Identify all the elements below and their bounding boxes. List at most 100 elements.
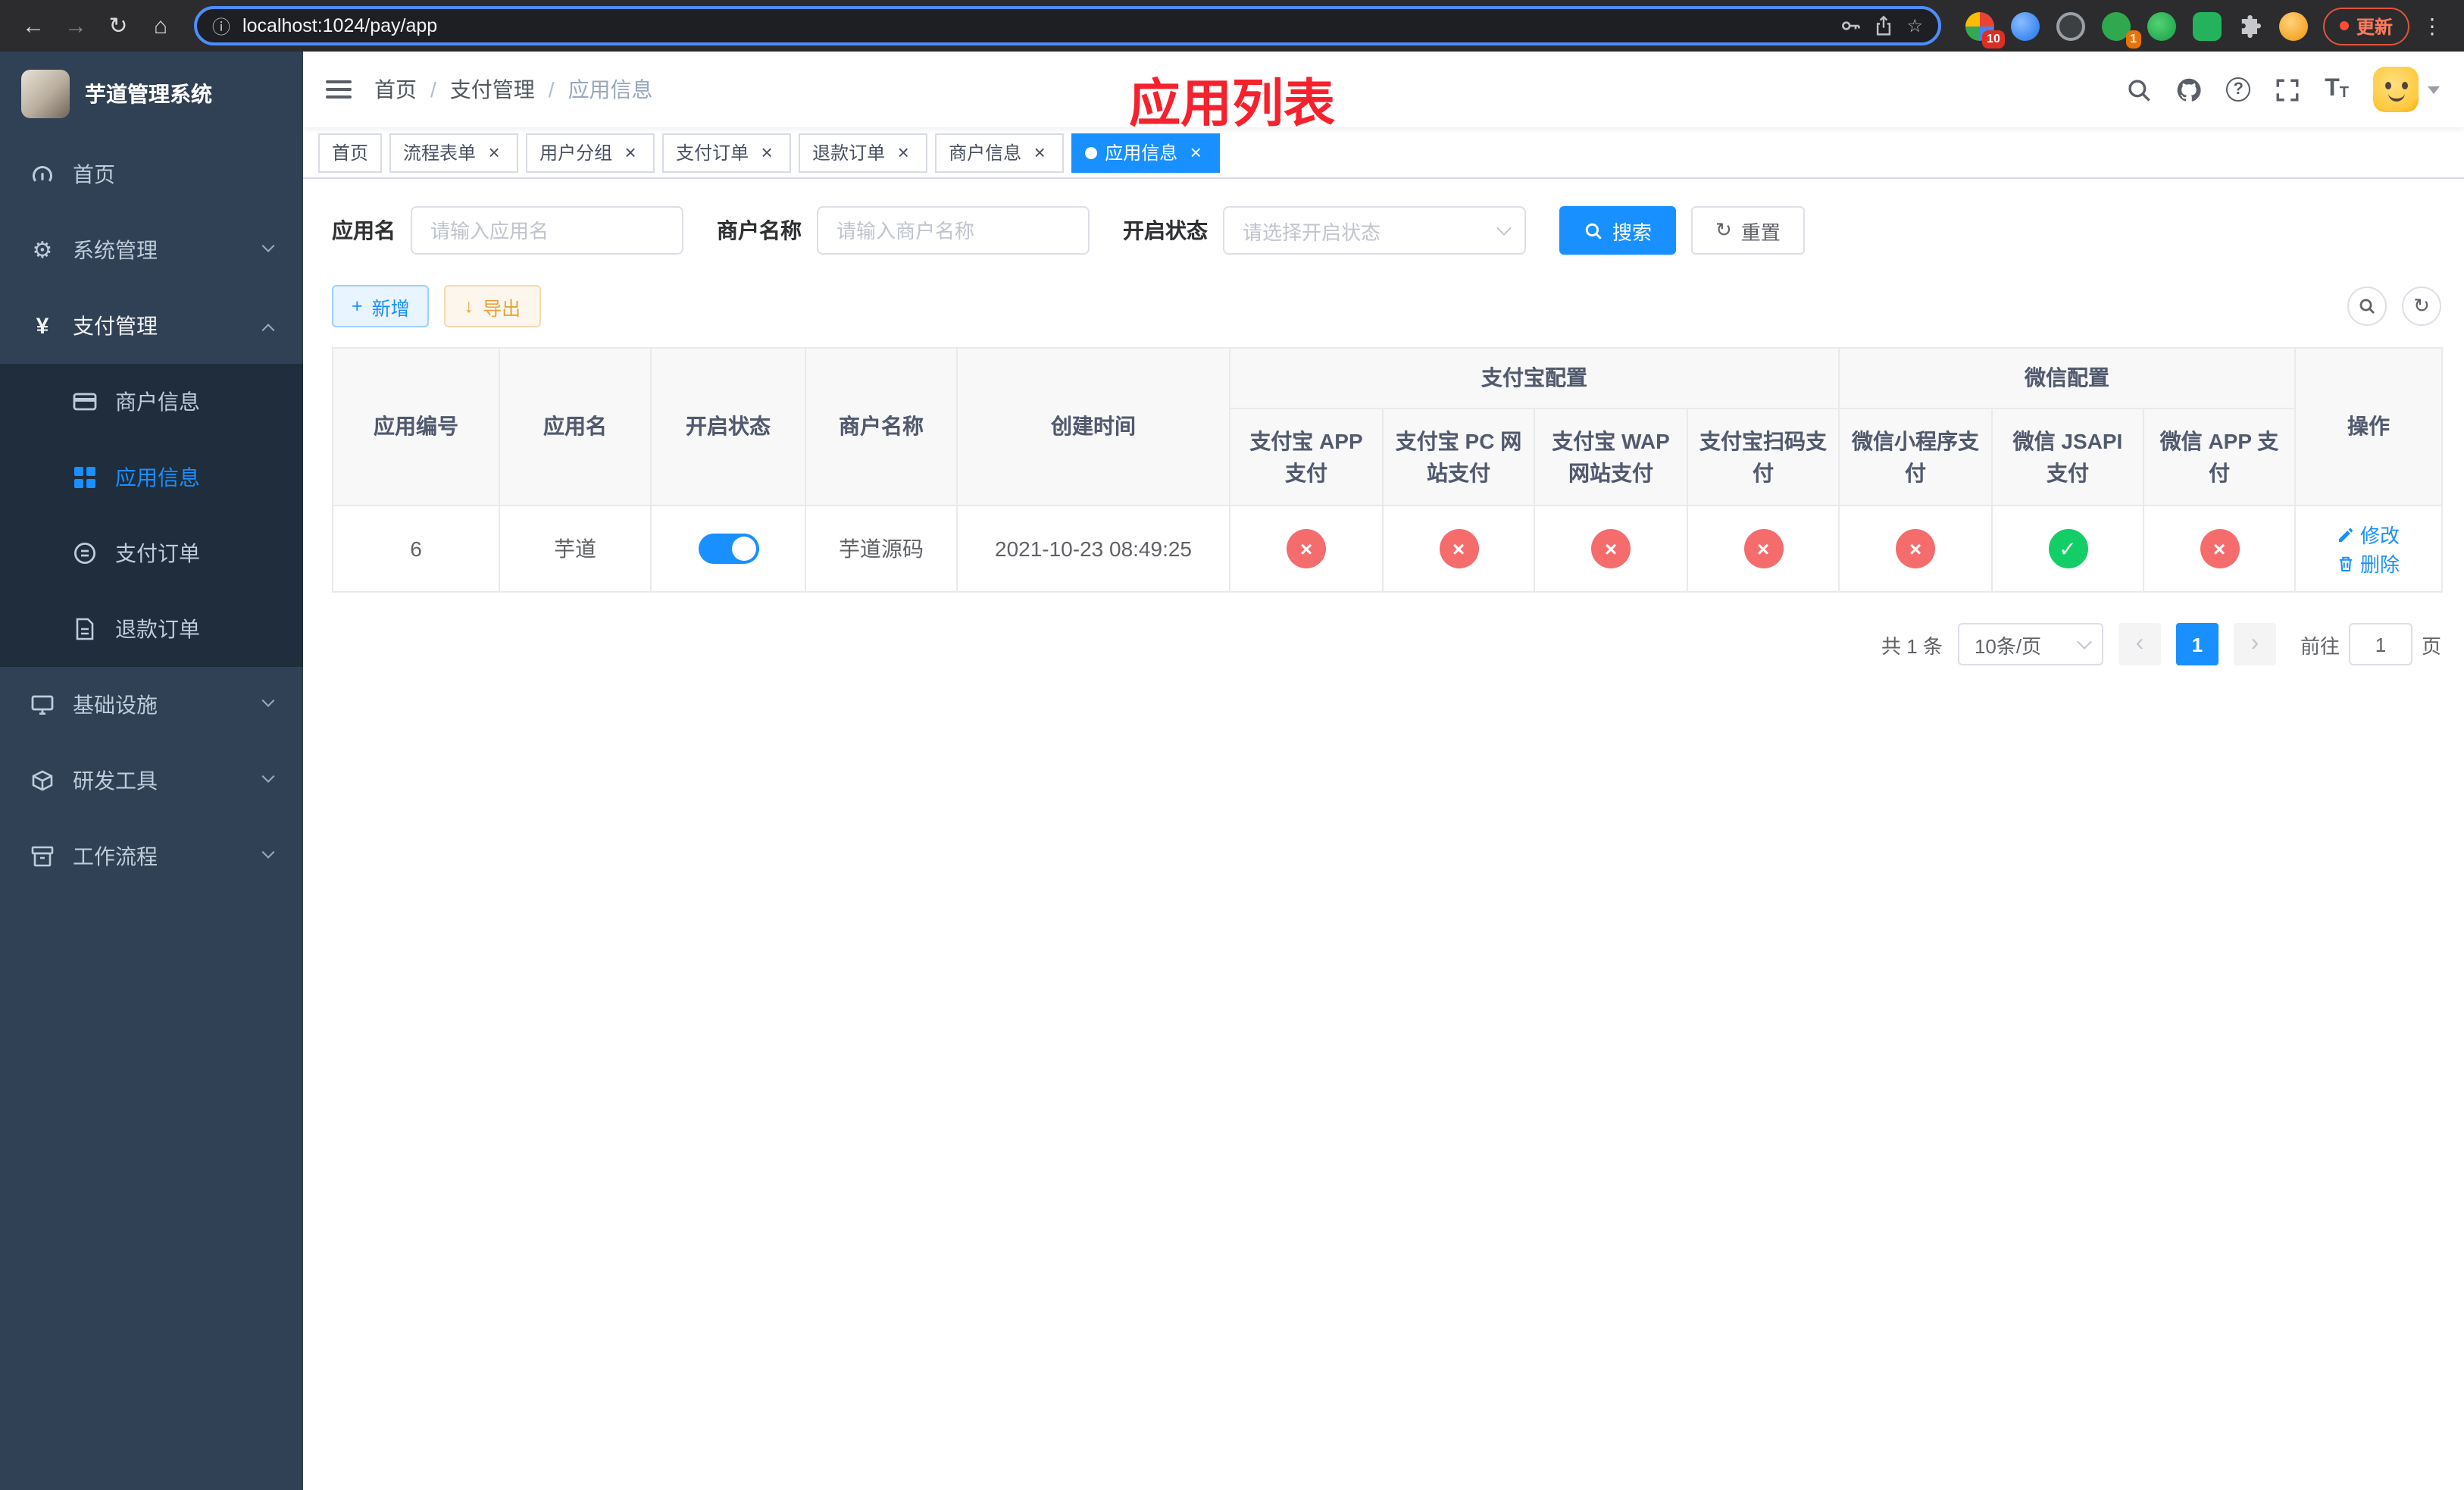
status-label: 开启状态: [1123, 218, 1208, 243]
delete-button[interactable]: 删除: [2337, 549, 2400, 578]
cell-merchant: 芋道源码: [805, 505, 958, 593]
tab-pay-orders[interactable]: 支付订单 ×: [662, 133, 792, 172]
prev-page-button[interactable]: ‹: [2118, 623, 2161, 665]
tab-merchant-info[interactable]: 商户信息 ×: [935, 133, 1065, 172]
extension-icon-3[interactable]: [2056, 11, 2085, 40]
app-logo[interactable]: 芋道管理系统: [0, 52, 303, 136]
main-area: 首页 / 支付管理 / 应用信息 ? T T 首页 流程表单 × 用户分组 × …: [303, 52, 2464, 1490]
export-button[interactable]: ↓ 导出: [444, 285, 541, 327]
user-avatar: [2373, 67, 2419, 112]
goto-page-input[interactable]: [2348, 623, 2412, 665]
chevron-down-icon: [261, 845, 275, 859]
col-wx-lite: 微信小程序支付: [1838, 408, 1993, 506]
delete-label: 删除: [2359, 553, 2400, 576]
browser-profile-avatar[interactable]: [2278, 11, 2308, 40]
tab-process-form[interactable]: 流程表单 ×: [389, 133, 519, 172]
user-menu[interactable]: [2373, 67, 2440, 112]
export-button-label: 导出: [483, 298, 521, 319]
tab-label: 首页: [332, 142, 369, 164]
share-icon[interactable]: [1873, 15, 1894, 36]
url-text[interactable]: localhost:1024/pay/app: [242, 15, 1828, 36]
sidebar-item-label: 首页: [73, 162, 115, 186]
disabled-status-icon: ×: [2200, 529, 2239, 568]
active-dot-icon: [1085, 146, 1098, 158]
breadcrumb-home[interactable]: 首页: [374, 74, 417, 105]
menu-fold-icon[interactable]: [303, 52, 374, 127]
sidebar-item-workflow[interactable]: 工作流程: [0, 819, 303, 894]
breadcrumb-payment[interactable]: 支付管理: [450, 74, 535, 105]
close-icon[interactable]: ×: [483, 142, 505, 163]
cell-wx-app: ×: [2143, 505, 2296, 593]
tab-home[interactable]: 首页: [318, 133, 383, 172]
table-toolbar: + 新增 ↓ 导出 ↻: [332, 285, 2441, 327]
cell-alipay-app: ×: [1229, 505, 1384, 593]
home-icon[interactable]: ⌂: [142, 8, 179, 44]
extensions-puzzle-icon[interactable]: [2238, 14, 2262, 38]
close-icon[interactable]: ×: [756, 142, 777, 163]
browser-update-button[interactable]: 更新: [2322, 7, 2409, 45]
extension-icon-1[interactable]: 10: [1965, 11, 2005, 48]
reset-button[interactable]: ↻ 重置: [1691, 206, 1805, 255]
back-icon[interactable]: ←: [15, 8, 52, 44]
screen: ← → ↻ ⌂ ⓘ localhost:1024/pay/app ☆ 10 1: [0, 0, 2464, 1490]
merchant-name-input[interactable]: [817, 206, 1090, 255]
col-wx-app: 微信 APP 支付: [2143, 408, 2296, 506]
status-toggle[interactable]: [698, 534, 758, 564]
search-button[interactable]: 搜索: [1559, 206, 1677, 255]
extension-icon-6[interactable]: [2192, 11, 2222, 40]
bookmark-star-icon[interactable]: ☆: [1906, 15, 1923, 36]
sidebar-item-label: 研发工具: [73, 768, 158, 793]
toggle-search-button[interactable]: [2347, 286, 2387, 326]
reload-icon[interactable]: ↻: [100, 8, 136, 44]
tabs-bar: 首页 流程表单 × 用户分组 × 支付订单 × 退款订单 × 商户信息 × 应用…: [303, 127, 2464, 179]
sidebar-item-app-info[interactable]: 应用信息: [0, 440, 303, 515]
address-bar[interactable]: ⓘ localhost:1024/pay/app ☆: [194, 6, 1941, 45]
app-name-input[interactable]: [411, 206, 683, 255]
cell-wx-jsapi: ✓: [1991, 505, 2144, 593]
next-page-button[interactable]: ›: [2233, 623, 2276, 665]
github-icon[interactable]: [2176, 77, 2202, 102]
tab-user-group[interactable]: 用户分组 ×: [526, 133, 655, 172]
edit-button[interactable]: 修改: [2337, 520, 2400, 549]
sidebar-item-refund-orders[interactable]: 退款订单: [0, 591, 303, 667]
extension-icon-5[interactable]: [2147, 11, 2176, 40]
app-logo-avatar: [21, 70, 70, 118]
payment-submenu: 商户信息 应用信息 支付订单 退款订单: [0, 364, 303, 667]
sidebar-item-pay-orders[interactable]: 支付订单: [0, 515, 303, 591]
chevron-down-icon: [2428, 86, 2440, 99]
help-icon[interactable]: ?: [2226, 77, 2251, 102]
site-info-icon[interactable]: ⓘ: [212, 13, 230, 39]
sidebar-item-home[interactable]: 首页: [0, 136, 303, 212]
breadcrumb: 首页 / 支付管理 / 应用信息: [374, 74, 653, 105]
sidebar-item-payment[interactable]: ¥ 支付管理: [0, 288, 303, 364]
disabled-status-icon: ×: [1743, 529, 1783, 568]
sidebar-item-dev-tools[interactable]: 研发工具: [0, 743, 303, 819]
browser-menu-icon[interactable]: ⋮: [2416, 13, 2449, 39]
refresh-table-button[interactable]: ↻: [2402, 286, 2441, 326]
pagination-total: 共 1 条: [1881, 634, 1943, 657]
page-size-select[interactable]: 10条/页: [1957, 623, 2103, 665]
cell-alipay-qr: ×: [1687, 505, 1840, 593]
sidebar-item-system[interactable]: ⚙ 系统管理: [0, 212, 303, 288]
table-row: 6 芋道 芋道源码 2021-10-23 08:49:25 × × × × × …: [332, 505, 2443, 593]
extension-icon-4[interactable]: 1: [2101, 11, 2141, 48]
sidebar-item-merchant-info[interactable]: 商户信息: [0, 364, 303, 440]
extension-icon-2[interactable]: [2010, 11, 2040, 40]
close-icon[interactable]: ×: [893, 142, 914, 163]
sidebar-item-label: 支付管理: [73, 314, 158, 338]
tab-refund-orders[interactable]: 退款订单 ×: [799, 133, 928, 172]
search-icon[interactable]: [2126, 77, 2152, 102]
font-size-icon[interactable]: TT: [2325, 77, 2349, 102]
close-icon[interactable]: ×: [1029, 142, 1050, 163]
status-select[interactable]: 请选择开启状态: [1223, 206, 1526, 255]
page-1-button[interactable]: 1: [2175, 623, 2219, 665]
tab-app-info[interactable]: 应用信息 ×: [1071, 133, 1221, 172]
forward-icon[interactable]: →: [58, 8, 94, 44]
fullscreen-icon[interactable]: [2275, 77, 2300, 102]
add-button[interactable]: + 新增: [332, 285, 430, 327]
password-key-icon[interactable]: [1840, 15, 1861, 36]
close-icon[interactable]: ×: [1185, 142, 1206, 163]
extension-badge: 1: [2125, 30, 2141, 48]
close-icon[interactable]: ×: [620, 142, 641, 163]
sidebar-item-infrastructure[interactable]: 基础设施: [0, 667, 303, 743]
